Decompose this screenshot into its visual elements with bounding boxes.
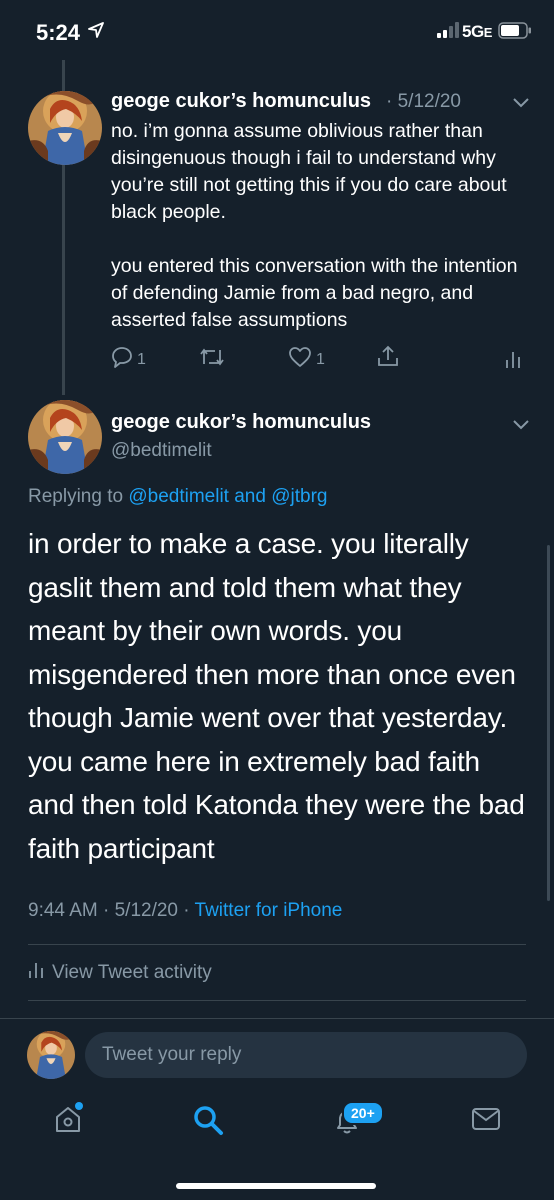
- divider: [0, 1018, 554, 1019]
- search-icon[interactable]: [192, 1104, 224, 1141]
- like-count: 1: [316, 350, 325, 368]
- reply-icon: [111, 346, 133, 373]
- replying-and[interactable]: and: [229, 486, 271, 507]
- like-icon: [288, 346, 312, 373]
- share-icon: [376, 344, 400, 373]
- signal-icon: [437, 22, 461, 43]
- author-name[interactable]: geoge cukor’s homunculus: [111, 90, 371, 113]
- replying-prefix: Replying to: [28, 486, 129, 507]
- retweet-icon: [199, 346, 225, 373]
- status-time: 5:24: [36, 20, 81, 45]
- tweet-paragraph: you entered this conversation with the i…: [111, 255, 518, 331]
- author-handle[interactable]: @bedtimelit: [111, 440, 212, 462]
- analytics-icon: [504, 348, 522, 375]
- mention-link[interactable]: @bedtimelit: [128, 486, 229, 507]
- tweet-source-link[interactable]: Twitter for iPhone: [195, 900, 343, 921]
- tweet-paragraph: no. i’m gonna assume oblivious rather th…: [111, 120, 507, 223]
- notifications-badge: 20+: [342, 1101, 384, 1125]
- author-name[interactable]: geoge cukor’s homunculus: [111, 411, 371, 434]
- view-activity-button[interactable]: View Tweet activity: [28, 960, 212, 986]
- divider: [28, 1000, 526, 1001]
- tab-bar: [0, 1094, 554, 1154]
- reply-input[interactable]: Tweet your reply: [85, 1032, 527, 1078]
- reply-count: 1: [137, 350, 146, 368]
- tweet-meta: 9:44 AM · 5/12/20 · Twitter for iPhone: [28, 900, 342, 922]
- tweet-actions: 1 1: [0, 344, 554, 374]
- home-indicator[interactable]: [176, 1183, 376, 1189]
- avatar[interactable]: [28, 400, 102, 474]
- messages-icon[interactable]: [471, 1106, 501, 1137]
- avatar[interactable]: [28, 91, 102, 165]
- battery-icon: [498, 22, 532, 44]
- tweet-timestamp: 9:44 AM · 5/12/20 ·: [28, 900, 195, 921]
- tweet-text: in order to make a case. you literally g…: [28, 528, 525, 864]
- tweet-date: · 5/12/20: [386, 91, 461, 112]
- analytics-button[interactable]: [504, 348, 522, 375]
- network-label: 5GE: [462, 22, 492, 41]
- chevron-down-icon[interactable]: [512, 418, 530, 436]
- reply-button[interactable]: 1: [111, 346, 146, 373]
- new-content-dot: [75, 1102, 83, 1110]
- user-avatar[interactable]: [27, 1031, 75, 1079]
- analytics-icon: [28, 960, 52, 986]
- replying-to: Replying to @bedtimelit and @jtbrg: [28, 486, 327, 508]
- like-button[interactable]: 1: [288, 346, 325, 373]
- scrollbar[interactable]: [547, 545, 550, 901]
- retweet-button[interactable]: [199, 346, 225, 373]
- tweet-text: no. i’m gonna assume oblivious rather th…: [111, 118, 531, 334]
- view-activity-label: View Tweet activity: [52, 962, 212, 983]
- mention-link[interactable]: @jtbrg: [271, 486, 327, 507]
- share-button[interactable]: [376, 344, 400, 373]
- status-bar: 5:24 5GE: [0, 0, 554, 66]
- chevron-down-icon[interactable]: [512, 96, 530, 114]
- divider: [28, 944, 526, 945]
- location-arrow-icon: [88, 22, 104, 43]
